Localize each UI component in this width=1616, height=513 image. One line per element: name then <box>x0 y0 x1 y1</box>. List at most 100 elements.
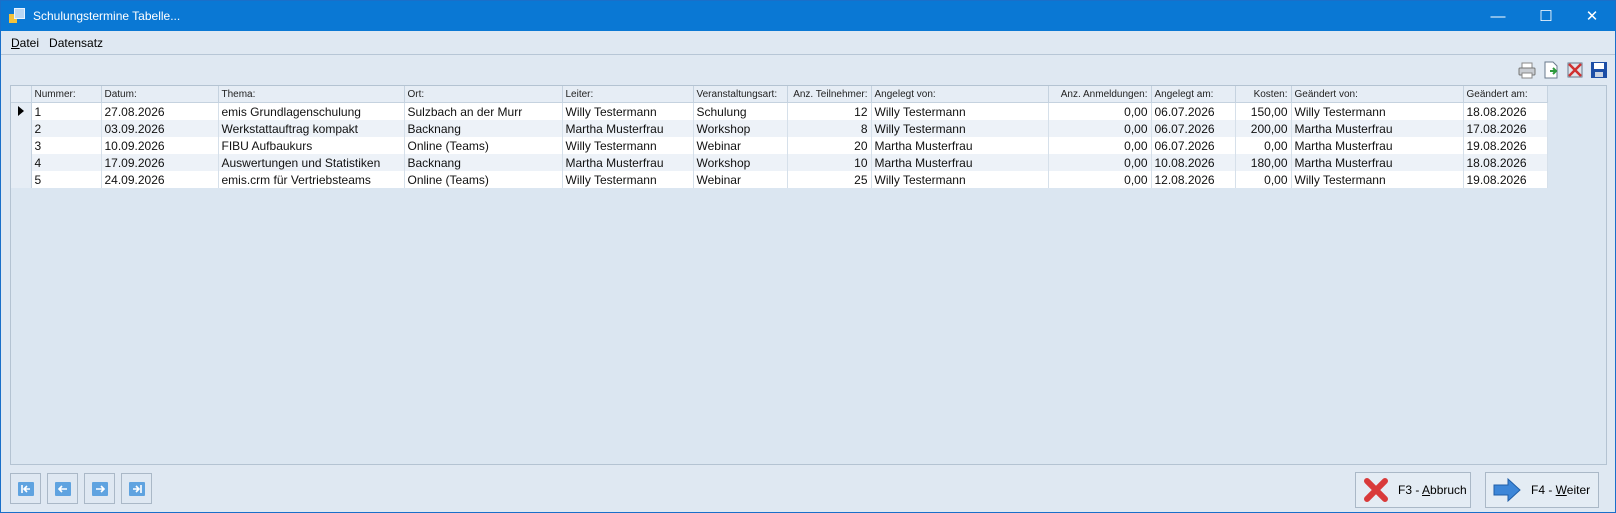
cancel-button[interactable]: F3 - Abbruch <box>1355 472 1471 508</box>
next-button[interactable]: F4 - Weiter <box>1485 472 1599 508</box>
cell-teilnehmer[interactable]: 12 <box>787 102 872 120</box>
cell-leiter[interactable]: Willy Testermann <box>562 171 694 188</box>
minimize-button[interactable]: — <box>1475 1 1521 31</box>
menu-datensatz[interactable]: Datensatz <box>44 36 108 50</box>
cell-anmeldungen[interactable]: 0,00 <box>1048 102 1152 120</box>
cell-leiter[interactable]: Willy Testermann <box>562 102 694 120</box>
title-bar[interactable]: Schulungstermine Tabelle... — ☐ ✕ <box>1 1 1615 31</box>
cell-kosten[interactable]: 200,00 <box>1235 120 1292 137</box>
cell-datum[interactable]: 27.08.2026 <box>101 102 219 120</box>
cell-angelegt-von[interactable]: Willy Testermann <box>871 102 1049 120</box>
cell-teilnehmer[interactable]: 8 <box>787 120 872 137</box>
cell-geaendert-von[interactable]: Willy Testermann <box>1291 171 1464 188</box>
table-row[interactable]: 4 17.09.2026 Auswertungen und Statistike… <box>11 154 1548 171</box>
cell-thema[interactable]: FIBU Aufbaukurs <box>218 137 405 154</box>
maximize-button[interactable]: ☐ <box>1523 1 1569 31</box>
cell-geaendert-von[interactable]: Martha Musterfrau <box>1291 120 1464 137</box>
cell-anmeldungen[interactable]: 0,00 <box>1048 154 1152 171</box>
table-row[interactable]: 5 24.09.2026 emis.crm für Vertriebsteams… <box>11 171 1548 188</box>
cell-leiter[interactable]: Martha Musterfrau <box>562 120 694 137</box>
previous-record-button[interactable] <box>47 473 78 504</box>
column-header-leiter[interactable]: Leiter: <box>562 86 694 103</box>
cell-veranstaltungsart[interactable]: Workshop <box>693 120 788 137</box>
cell-ort[interactable]: Online (Teams) <box>404 137 563 154</box>
column-header-thema[interactable]: Thema: <box>218 86 405 103</box>
cell-geaendert-am[interactable]: 17.08.2026 <box>1463 120 1548 137</box>
cell-anmeldungen[interactable]: 0,00 <box>1048 137 1152 154</box>
column-header-kosten[interactable]: Kosten: <box>1235 86 1292 103</box>
cell-nummer[interactable]: 3 <box>31 137 102 154</box>
cell-geaendert-am[interactable]: 18.08.2026 <box>1463 102 1548 120</box>
menu-datei[interactable]: Datei <box>6 36 44 50</box>
column-header-veranstaltungsart[interactable]: Veranstaltungsart: <box>693 86 788 103</box>
export-icon[interactable] <box>1541 60 1561 80</box>
row-indicator[interactable] <box>11 171 32 188</box>
cell-angelegt-am[interactable]: 06.07.2026 <box>1151 120 1236 137</box>
cell-anmeldungen[interactable]: 0,00 <box>1048 171 1152 188</box>
cell-geaendert-von[interactable]: Willy Testermann <box>1291 102 1464 120</box>
cell-nummer[interactable]: 5 <box>31 171 102 188</box>
column-header-geaendert-am[interactable]: Geändert am: <box>1463 86 1548 103</box>
cell-datum[interactable]: 17.09.2026 <box>101 154 219 171</box>
cell-thema[interactable]: Auswertungen und Statistiken <box>218 154 405 171</box>
row-indicator[interactable] <box>11 120 32 137</box>
column-header-nummer[interactable]: Nummer: <box>31 86 102 103</box>
table-row[interactable]: 3 10.09.2026 FIBU Aufbaukurs Online (Tea… <box>11 137 1548 154</box>
cell-nummer[interactable]: 4 <box>31 154 102 171</box>
cell-angelegt-am[interactable]: 10.08.2026 <box>1151 154 1236 171</box>
cell-ort[interactable]: Backnang <box>404 120 563 137</box>
column-header-ort[interactable]: Ort: <box>404 86 563 103</box>
cell-teilnehmer[interactable]: 10 <box>787 154 872 171</box>
table-row[interactable]: 1 27.08.2026 emis Grundlagenschulung Sul… <box>11 102 1548 120</box>
cell-kosten[interactable]: 0,00 <box>1235 171 1292 188</box>
cell-nummer[interactable]: 1 <box>31 102 102 120</box>
delete-icon[interactable] <box>1565 60 1585 80</box>
cell-geaendert-am[interactable]: 18.08.2026 <box>1463 154 1548 171</box>
column-header-angelegt-von[interactable]: Angelegt von: <box>871 86 1049 103</box>
cell-veranstaltungsart[interactable]: Webinar <box>693 171 788 188</box>
cell-veranstaltungsart[interactable]: Workshop <box>693 154 788 171</box>
cell-ort[interactable]: Backnang <box>404 154 563 171</box>
cell-teilnehmer[interactable]: 25 <box>787 171 872 188</box>
cell-teilnehmer[interactable]: 20 <box>787 137 872 154</box>
cell-angelegt-von[interactable]: Willy Testermann <box>871 120 1049 137</box>
cell-geaendert-am[interactable]: 19.08.2026 <box>1463 137 1548 154</box>
print-icon[interactable] <box>1517 60 1537 80</box>
cell-ort[interactable]: Online (Teams) <box>404 171 563 188</box>
cell-angelegt-von[interactable]: Willy Testermann <box>871 171 1049 188</box>
cell-leiter[interactable]: Martha Musterfrau <box>562 154 694 171</box>
column-header-angelegt-am[interactable]: Angelegt am: <box>1151 86 1236 103</box>
cell-ort[interactable]: Sulzbach an der Murr <box>404 102 563 120</box>
first-record-button[interactable] <box>10 473 41 504</box>
row-indicator[interactable] <box>11 102 32 120</box>
cell-datum[interactable]: 03.09.2026 <box>101 120 219 137</box>
cell-thema[interactable]: Werkstattauftrag kompakt <box>218 120 405 137</box>
row-indicator[interactable] <box>11 154 32 171</box>
cell-geaendert-am[interactable]: 19.08.2026 <box>1463 171 1548 188</box>
cell-nummer[interactable]: 2 <box>31 120 102 137</box>
cell-kosten[interactable]: 180,00 <box>1235 154 1292 171</box>
cell-angelegt-von[interactable]: Martha Musterfrau <box>871 154 1049 171</box>
column-header-geaendert-von[interactable]: Geändert von: <box>1291 86 1464 103</box>
column-header-datum[interactable]: Datum: <box>101 86 219 103</box>
cell-kosten[interactable]: 0,00 <box>1235 137 1292 154</box>
column-header-anmeldungen[interactable]: Anz. Anmeldungen: <box>1048 86 1152 103</box>
next-record-button[interactable] <box>84 473 115 504</box>
cell-geaendert-von[interactable]: Martha Musterfrau <box>1291 137 1464 154</box>
cell-angelegt-von[interactable]: Martha Musterfrau <box>871 137 1049 154</box>
cell-angelegt-am[interactable]: 12.08.2026 <box>1151 171 1236 188</box>
cell-thema[interactable]: emis Grundlagenschulung <box>218 102 405 120</box>
cell-veranstaltungsart[interactable]: Schulung <box>693 102 788 120</box>
cell-datum[interactable]: 10.09.2026 <box>101 137 219 154</box>
save-icon[interactable] <box>1589 60 1609 80</box>
cell-datum[interactable]: 24.09.2026 <box>101 171 219 188</box>
cell-leiter[interactable]: Willy Testermann <box>562 137 694 154</box>
cell-anmeldungen[interactable]: 0,00 <box>1048 120 1152 137</box>
cell-geaendert-von[interactable]: Martha Musterfrau <box>1291 154 1464 171</box>
cell-veranstaltungsart[interactable]: Webinar <box>693 137 788 154</box>
cell-thema[interactable]: emis.crm für Vertriebsteams <box>218 171 405 188</box>
data-grid[interactable]: Nummer: Datum: Thema: Ort: Leiter: Veran… <box>10 85 1607 465</box>
cell-kosten[interactable]: 150,00 <box>1235 102 1292 120</box>
column-header-teilnehmer[interactable]: Anz. Teilnehmer: <box>787 86 872 103</box>
table-row[interactable]: 2 03.09.2026 Werkstattauftrag kompakt Ba… <box>11 120 1548 137</box>
